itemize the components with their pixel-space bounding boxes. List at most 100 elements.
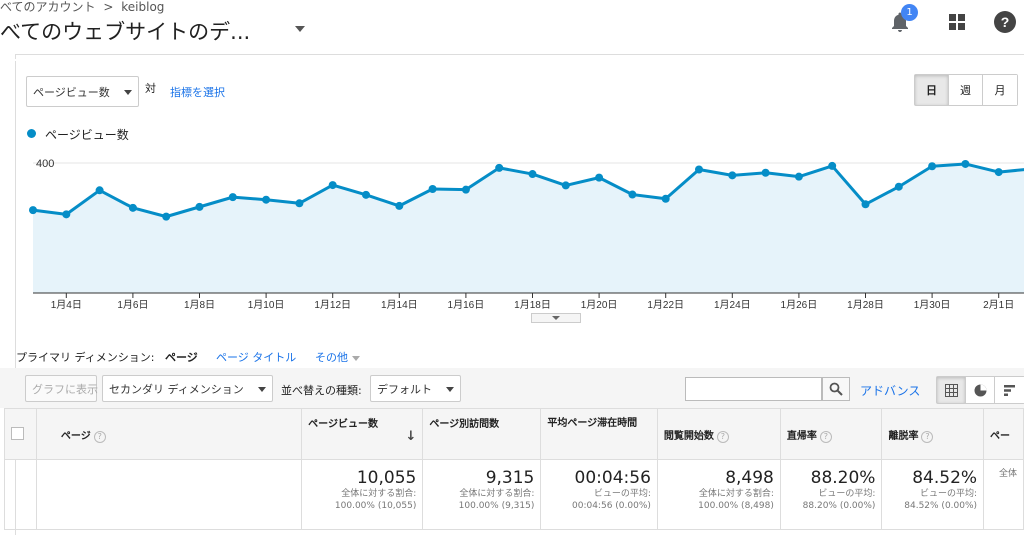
total-value: 9,315 (485, 468, 535, 488)
y-tick-label: 400 (36, 158, 54, 170)
data-point (362, 190, 370, 199)
x-tick-label: 1月30日 (914, 299, 951, 311)
total-exit-rate: 84.52% ビューの平均: 84.52% (0.00%) (881, 459, 985, 530)
dimension-other[interactable]: その他 (315, 349, 360, 365)
search-button[interactable] (822, 377, 850, 401)
data-point (461, 185, 470, 194)
apps-button[interactable] (945, 10, 969, 34)
header-avg-time[interactable]: 平均ページ滞在時間 (540, 408, 658, 460)
graph-button[interactable]: グラフに表示 (25, 375, 98, 402)
x-tick-label: 1月14日 (381, 299, 418, 311)
data-point (828, 161, 837, 170)
data-point (661, 194, 670, 203)
header-entrances-label: 閲覧開始数 (663, 431, 714, 442)
total-value: 10,055 (356, 468, 417, 488)
vs-label: 対 (145, 82, 156, 95)
total-detail: 88.20% (0.00%) (802, 501, 876, 511)
data-point (195, 202, 204, 211)
data-point (95, 186, 104, 195)
breadcrumb-parent[interactable]: べてのアカウント (0, 0, 96, 14)
sort-select-value: デフォルト (377, 382, 432, 396)
pageviews-chart: 4002001月4日1月6日1月8日1月10日1月12日1月14日1月16日1月… (29, 158, 1024, 311)
total-unique-pageviews: 9,315 全体に対する割合: 100.00% (9,315) (422, 459, 542, 530)
pie-view-button[interactable] (966, 377, 995, 403)
period-day-button[interactable]: 日 (915, 75, 949, 105)
header-bounce-rate-label: 直帰率 (786, 431, 817, 442)
sort-select[interactable]: デフォルト (370, 375, 461, 402)
table-view-button[interactable] (937, 377, 966, 403)
header-page[interactable]: ページ? (35, 408, 303, 460)
header-exit-rate[interactable]: 離脱率? (881, 408, 985, 460)
total-value: 00:04:56 (574, 468, 651, 488)
total-pageviews: 10,055 全体に対する割合: 100.00% (10,055) (301, 459, 424, 530)
data-table: ページ? ページビュー数 ↓ ページ別訪問数 平均ページ滞在時間 閲覧開始数? … (4, 408, 1024, 530)
view-title[interactable]: べてのウェブサイトのデ... (0, 16, 250, 46)
svg-text:?: ? (1001, 14, 1010, 30)
help-icon[interactable]: ? (819, 431, 832, 443)
pie-view-icon (974, 384, 986, 396)
header-page-value[interactable]: ペー (983, 408, 1024, 460)
data-point (495, 163, 504, 172)
header-unique-pageviews[interactable]: ページ別訪問数 (422, 408, 542, 460)
select-all-checkbox[interactable] (11, 427, 24, 440)
help-icon[interactable]: ? (716, 431, 729, 443)
period-week-button[interactable]: 週 (949, 75, 983, 105)
total-value: 84.52% (912, 468, 978, 488)
header-entrances[interactable]: 閲覧開始数? (656, 408, 781, 460)
x-tick-label: 1月6日 (117, 299, 148, 311)
data-point (328, 181, 337, 190)
header-exit-rate-label: 離脱率 (888, 431, 919, 442)
data-point (561, 181, 570, 190)
totals-label-cell (35, 459, 303, 530)
help-icon: ? (994, 11, 1016, 33)
data-point (162, 212, 171, 221)
dimension-page-title[interactable]: ページ タイトル (216, 349, 296, 365)
breadcrumb-child[interactable]: keiblog (121, 0, 164, 14)
header-bounce-rate[interactable]: 直帰率? (779, 408, 883, 460)
data-point (29, 206, 37, 215)
help-icon[interactable]: ? (921, 431, 934, 443)
data-point (894, 182, 903, 191)
breadcrumb: べてのアカウント > keiblog (0, 0, 164, 15)
total-detail: 100.00% (8,498) (698, 501, 774, 511)
x-tick-label: 1月8日 (184, 299, 215, 311)
view-selector-caret[interactable] (295, 26, 305, 32)
total-detail: 00:04:56 (0.00%) (572, 501, 651, 511)
choose-metric-link[interactable]: 指標を選択 (170, 84, 225, 100)
header-pageviews[interactable]: ページビュー数 ↓ (301, 408, 424, 460)
chart-resize-handle[interactable] (531, 313, 581, 323)
dimension-other-label: その他 (315, 351, 348, 364)
data-point (761, 168, 770, 177)
table-search-input[interactable] (685, 377, 822, 401)
notification-badge: 1 (901, 4, 918, 21)
total-caption: 全体に対する割合: (698, 489, 774, 499)
period-month-button[interactable]: 月 (983, 75, 1017, 105)
x-tick-label: 1月12日 (314, 299, 351, 311)
dimension-page[interactable]: ページ (165, 349, 198, 365)
bar-view-button[interactable] (995, 377, 1024, 403)
x-tick-label: 1月24日 (714, 299, 751, 311)
total-detail: 100.00% (10,055) (334, 501, 417, 511)
data-point (395, 201, 404, 210)
help-icon[interactable]: ? (93, 431, 106, 443)
data-point (861, 200, 870, 209)
data-point (961, 159, 970, 168)
bar-view-icon (1004, 384, 1015, 396)
x-tick-label: 2月1日 (983, 299, 1014, 311)
header-page-label: ページ (60, 431, 91, 442)
legend-marker (27, 129, 36, 138)
data-point (695, 165, 703, 174)
header-pageviews-label: ページビュー数 (308, 419, 378, 430)
data-point (628, 190, 637, 199)
apps-grid-icon (949, 14, 965, 30)
help-button[interactable]: ? (993, 10, 1017, 34)
advanced-link[interactable]: アドバンス (860, 382, 920, 399)
secondary-dimension-select[interactable]: セカンダリ ディメンション (102, 375, 273, 402)
notifications-button[interactable]: 1 (888, 4, 918, 34)
total-caption: 全体に対する割合: (341, 489, 417, 499)
data-point (994, 168, 1003, 177)
total-bounce-rate: 88.20% ビューの平均: 88.20% (0.00%) (779, 459, 883, 530)
period-toggle: 日 週 月 (914, 74, 1018, 106)
area-fill (33, 163, 1024, 293)
metric-select[interactable]: ページビュー数 (26, 76, 139, 107)
